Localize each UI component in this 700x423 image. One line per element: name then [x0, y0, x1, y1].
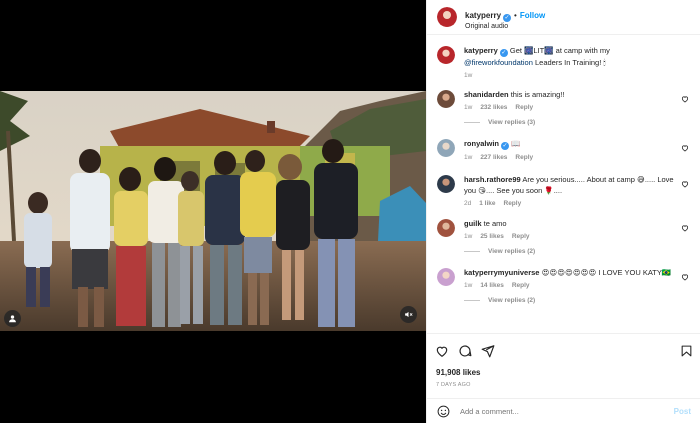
comment-row: ronyalwin ✓ 📖 1w 227 likes Reply — [437, 138, 691, 161]
comment-meta: 1w 227 likes Reply — [464, 154, 678, 161]
comment-row: katyperrymyuniverse 😍😍😍😍😍😍😍 I LOVE YOU K… — [437, 267, 691, 289]
comment-text: 📖 — [511, 139, 521, 148]
comment-meta: 1w 14 likes Reply — [464, 282, 678, 289]
caption-time[interactable]: 1w — [464, 72, 472, 79]
comment-likes[interactable]: 1 like — [479, 200, 495, 207]
comment-time[interactable]: 1w — [464, 104, 472, 111]
reply-button[interactable]: Reply — [515, 154, 533, 161]
view-replies-label: View replies (3) — [488, 119, 536, 126]
mention-link[interactable]: @fireworkfoundation — [464, 58, 533, 67]
view-replies-button[interactable]: View replies (2) — [464, 248, 691, 255]
commenter-avatar[interactable] — [437, 90, 455, 108]
view-replies-button[interactable]: View replies (3) — [464, 119, 691, 126]
heart-icon[interactable] — [435, 344, 449, 358]
comment-row: harsh.rathore99 Are you serious..... Abo… — [437, 174, 691, 207]
post-actions: 91,908 likes 7 DAYS AGO — [427, 333, 700, 388]
header-text: katyperry ✓ • Follow Original audio — [465, 5, 545, 30]
audio-label[interactable]: Original audio — [465, 23, 545, 30]
view-replies-label: View replies (2) — [488, 248, 536, 255]
comment-row: shanidarden this is amazing!! 1w 232 like… — [437, 89, 691, 111]
comment-meta: 1w 232 likes Reply — [464, 104, 678, 111]
comment-icon[interactable] — [458, 344, 472, 358]
author-username[interactable]: katyperry — [465, 11, 501, 20]
caption-body: Get 🎆LIT🎆 at camp with my — [509, 46, 610, 55]
likes-count[interactable]: 91,908 likes — [435, 368, 693, 377]
replies-divider — [464, 251, 480, 252]
replies-divider — [464, 300, 480, 301]
like-comment-heart-icon[interactable] — [681, 144, 689, 152]
comment-text: 😍😍😍😍😍😍😍 I LOVE YOU KATY🇧🇷 — [541, 268, 672, 277]
add-comment-input[interactable] — [460, 406, 674, 416]
commenter-username[interactable]: ronyalwin — [464, 139, 499, 148]
caption-username[interactable]: katyperry — [464, 46, 498, 55]
like-comment-heart-icon[interactable] — [681, 180, 689, 188]
comment-text: this is amazing!! — [510, 90, 565, 99]
post-viewer: katyperry ✓ • Follow Original audio katyper… — [0, 0, 700, 423]
video-frame[interactable] — [0, 91, 426, 331]
mute-button[interactable] — [400, 306, 417, 323]
comment-likes[interactable]: 25 likes — [480, 233, 504, 240]
commenter-username[interactable]: katyperrymyuniverse — [464, 268, 539, 277]
save-icon[interactable] — [680, 344, 693, 358]
post-date[interactable]: 7 DAYS AGO — [435, 382, 693, 388]
comment-likes[interactable]: 14 likes — [480, 282, 504, 289]
action-bar — [435, 342, 693, 360]
comment-text: te amo — [483, 219, 507, 228]
reply-button[interactable]: Reply — [512, 233, 530, 240]
commenter-username[interactable]: guilk — [464, 219, 482, 228]
comment-time[interactable]: 1w — [464, 282, 472, 289]
commenter-avatar[interactable] — [437, 268, 455, 286]
video-scene-image — [0, 91, 426, 331]
like-comment-heart-icon[interactable] — [681, 95, 689, 103]
view-replies-label: View replies (2) — [488, 297, 536, 304]
separator-dot: • — [514, 10, 517, 20]
comments-list[interactable]: katyperry ✓ Get 🎆LIT🎆 at camp with my @fi… — [427, 36, 700, 332]
comment-row: guilk te amo 1w 25 likes Reply — [437, 218, 691, 240]
post-button[interactable]: Post — [674, 407, 691, 416]
post-side-panel: katyperry ✓ • Follow Original audio katyper… — [426, 0, 700, 423]
view-replies-button[interactable]: View replies (2) — [464, 297, 691, 304]
caption-text: katyperry ✓ Get 🎆LIT🎆 at camp with my @fi… — [464, 45, 678, 68]
verified-badge-icon: ✓ — [503, 13, 512, 22]
tagged-people-button[interactable] — [4, 310, 21, 327]
caption-meta: 1w — [464, 72, 678, 79]
emoji-icon[interactable] — [437, 405, 450, 418]
caption-row: katyperry ✓ Get 🎆LIT🎆 at camp with my @fi… — [437, 45, 691, 79]
replies-divider — [464, 122, 480, 123]
comment-time[interactable]: 1w — [464, 233, 472, 240]
reply-button[interactable]: Reply — [512, 282, 530, 289]
reply-button[interactable]: Reply — [515, 104, 533, 111]
comment-time[interactable]: 2d — [464, 200, 471, 207]
like-comment-heart-icon[interactable] — [681, 224, 689, 232]
author-avatar[interactable] — [437, 7, 457, 27]
commenter-avatar[interactable] — [437, 175, 455, 193]
comment-likes[interactable]: 227 likes — [480, 154, 507, 161]
share-icon[interactable] — [481, 344, 495, 358]
commenter-avatar[interactable] — [437, 219, 455, 237]
commenter-avatar[interactable] — [437, 139, 455, 157]
post-media[interactable] — [0, 0, 426, 423]
add-comment-bar: Post — [427, 398, 700, 423]
verified-badge-icon: ✓ — [501, 142, 510, 150]
commenter-username[interactable]: shanidarden — [464, 90, 509, 99]
verified-badge-icon: ✓ — [499, 49, 508, 57]
caption-avatar[interactable] — [437, 46, 455, 64]
comment-meta: 2d 1 like Reply — [464, 200, 678, 207]
reply-button[interactable]: Reply — [504, 200, 522, 207]
caption-body-end: Leaders In Training! 🕯 — [532, 58, 606, 67]
post-header: katyperry ✓ • Follow Original audio — [427, 0, 700, 35]
person-tag-icon — [9, 315, 16, 323]
like-comment-heart-icon[interactable] — [681, 273, 689, 281]
mute-icon — [405, 311, 413, 318]
comment-meta: 1w 25 likes Reply — [464, 233, 678, 240]
commenter-username[interactable]: harsh.rathore99 — [464, 175, 521, 184]
comment-time[interactable]: 1w — [464, 154, 472, 161]
comment-likes[interactable]: 232 likes — [480, 104, 507, 111]
follow-button[interactable]: Follow — [520, 11, 545, 20]
